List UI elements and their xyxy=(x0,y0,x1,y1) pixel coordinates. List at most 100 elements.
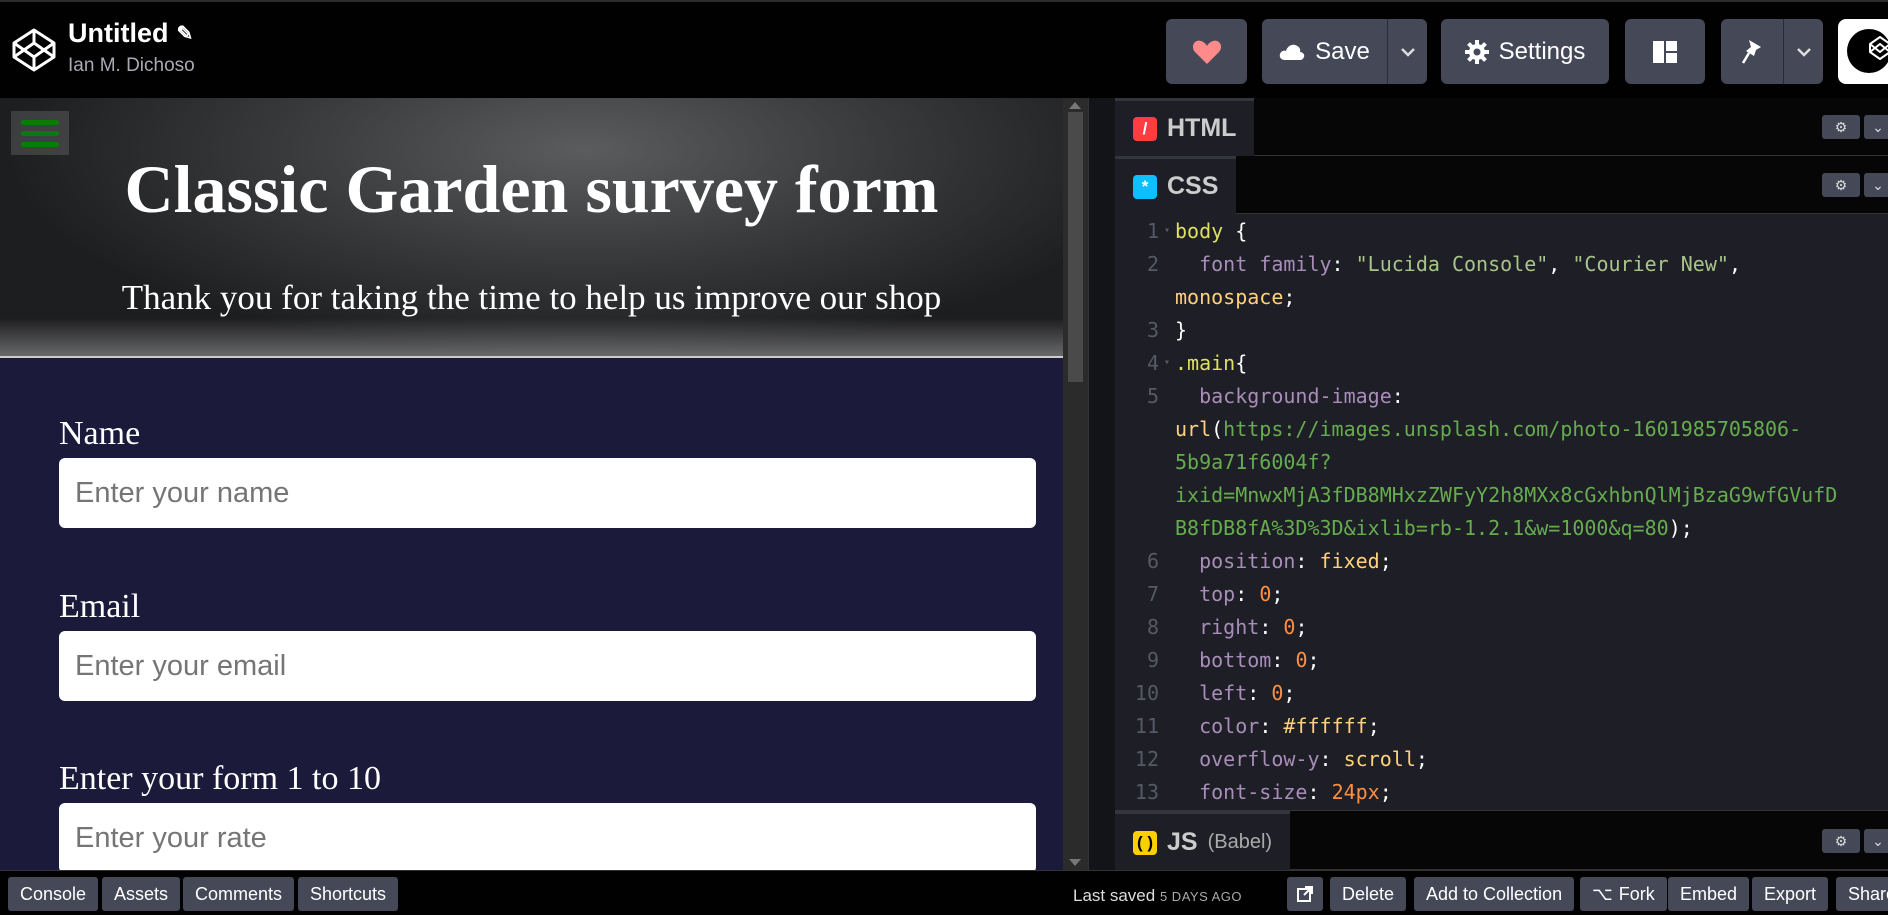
pen-title-text[interactable]: Untitled xyxy=(68,18,169,49)
css-editor-header: * CSS ⚙ ⌄ xyxy=(1115,156,1888,214)
last-saved-status: Last saved 5 DAYS AGO xyxy=(1073,886,1242,906)
tab-html[interactable]: / HTML xyxy=(1115,98,1255,156)
email-label: Email xyxy=(59,588,141,625)
fork-button[interactable]: ⌥ Fork xyxy=(1580,877,1667,911)
form-description: Thank you for taking the time to help us… xyxy=(121,278,942,317)
add-to-collection-button[interactable]: Add to Collection xyxy=(1414,877,1575,911)
code-line: monospace; xyxy=(1175,284,1296,309)
console-button[interactable]: Console xyxy=(8,877,99,911)
settings-label: Settings xyxy=(1498,37,1586,65)
external-link-icon xyxy=(1297,886,1313,902)
delete-button[interactable]: Delete xyxy=(1330,877,1407,911)
css-tab-label: CSS xyxy=(1167,172,1219,200)
js-settings-button[interactable]: ⚙ xyxy=(1822,829,1860,853)
chevron-down-icon: ⌄ xyxy=(1872,176,1884,193)
tab-css[interactable]: * CSS xyxy=(1115,156,1237,214)
code-line: 11 color: #ffffff; xyxy=(1134,713,1380,738)
code-line: 3} xyxy=(1146,317,1188,342)
js-editor-header: ( ) JS (Babel) ⚙ ⌄ xyxy=(1115,810,1888,871)
code-line: 9 bottom: 0; xyxy=(1146,647,1320,672)
save-options-button[interactable] xyxy=(1387,19,1427,84)
result-preview: Classic Garden survey form Thank you for… xyxy=(0,98,1063,870)
html-editor-header: / HTML ⚙ ⌄ xyxy=(1115,98,1888,156)
assets-button[interactable]: Assets xyxy=(102,877,181,911)
hamburger-menu-icon[interactable] xyxy=(11,111,69,155)
html-collapse-button[interactable]: ⌄ xyxy=(1864,115,1888,139)
html-tab-label: HTML xyxy=(1167,114,1237,142)
js-tab-sublabel: (Babel) xyxy=(1207,831,1273,853)
pen-title[interactable]: Untitled ✎ xyxy=(68,18,195,49)
settings-button[interactable]: Settings xyxy=(1441,19,1609,84)
last-saved-label: Last saved xyxy=(1073,886,1156,905)
code-line: 5 background-image: xyxy=(1146,383,1404,408)
gear-icon xyxy=(1464,39,1489,64)
comments-button[interactable]: Comments xyxy=(183,877,295,911)
pin-button[interactable] xyxy=(1721,19,1783,84)
codepen-avatar-icon xyxy=(1847,29,1888,73)
js-tab-label: JS xyxy=(1167,828,1198,856)
open-new-window-button[interactable] xyxy=(1287,877,1323,911)
shortcuts-button[interactable]: Shortcuts xyxy=(298,877,399,911)
save-button[interactable]: Save xyxy=(1262,19,1387,84)
code-line: 8 right: 0; xyxy=(1146,614,1308,639)
js-badge-icon: ( ) xyxy=(1133,830,1157,855)
pencil-icon[interactable]: ✎ xyxy=(177,21,194,46)
code-line: 7 top: 0; xyxy=(1146,581,1284,606)
chevron-down-icon xyxy=(1400,47,1415,57)
resize-handle[interactable] xyxy=(1088,98,1115,870)
chevron-down-icon: ⌄ xyxy=(1872,832,1884,849)
scroll-up-arrow-icon[interactable] xyxy=(1069,102,1081,109)
code-line: url(https://images.unsplash.com/photo-16… xyxy=(1175,416,1802,441)
code-line: 12 overflow-y: scroll; xyxy=(1134,746,1428,771)
preview-scrollbar[interactable] xyxy=(1063,98,1088,870)
code-line: 1 ▾ body { xyxy=(1146,218,1248,243)
name-label: Name xyxy=(59,415,141,452)
rate-input[interactable] xyxy=(59,803,1036,870)
html-badge-icon: / xyxy=(1133,116,1157,141)
code-line: ixid=MnwxMjA3fDB8MHxzZWFyY2h8MXx8cGxhbnQ… xyxy=(1175,482,1838,507)
embed-button[interactable]: Embed xyxy=(1668,877,1750,911)
scrollbar-thumb[interactable] xyxy=(1068,112,1083,382)
codepen-logo-icon[interactable] xyxy=(10,26,58,74)
css-settings-button[interactable]: ⚙ xyxy=(1822,173,1860,197)
change-view-button[interactable] xyxy=(1625,19,1705,84)
editor-panels: / HTML ⚙ ⌄ * CSS ⚙ ⌄ 1 ▾ body { 2 font fam… xyxy=(1115,98,1888,871)
form-title: Classic Garden survey form xyxy=(124,151,939,227)
code-line: B8fDB8fA%3D%3D&ixlib=rb-1.2.1&w=1000&q=8… xyxy=(1175,515,1693,540)
rate-label: Enter your form 1 to 10 xyxy=(59,760,381,797)
survey-form: Name Email Enter your form 1 to 10 xyxy=(0,356,1063,870)
name-input[interactable] xyxy=(59,458,1036,528)
share-button[interactable]: Share xyxy=(1836,877,1888,911)
code-line: 4 ▾ .main{ xyxy=(1146,350,1248,375)
code-line: 13 font-size: 24px; xyxy=(1134,779,1392,804)
code-line: 10 left: 0; xyxy=(1134,680,1296,705)
heart-button[interactable] xyxy=(1166,19,1247,84)
email-input[interactable] xyxy=(59,631,1036,701)
cloud-icon xyxy=(1279,44,1305,60)
user-avatar[interactable] xyxy=(1838,19,1888,84)
gear-icon: ⚙ xyxy=(1834,118,1848,135)
pen-title-block: Untitled ✎ Ian M. Dichoso xyxy=(68,18,195,77)
js-collapse-button[interactable]: ⌄ xyxy=(1864,829,1888,853)
tab-js[interactable]: ( ) JS (Babel) xyxy=(1115,811,1291,871)
pin-options-button[interactable] xyxy=(1783,19,1823,84)
css-code-editor[interactable]: 1 ▾ body { 2 font family: "Lucida Console"… xyxy=(1115,214,1888,810)
scroll-down-arrow-icon[interactable] xyxy=(1069,859,1081,866)
gear-icon: ⚙ xyxy=(1834,832,1848,849)
chevron-down-icon xyxy=(1796,47,1811,57)
chevron-down-icon: ⌄ xyxy=(1872,118,1884,135)
save-label: Save xyxy=(1315,37,1370,65)
fork-icon: ⌥ xyxy=(1592,883,1613,904)
gear-icon: ⚙ xyxy=(1834,176,1848,193)
fork-label: Fork xyxy=(1618,883,1655,904)
last-saved-ago: 5 DAYS AGO xyxy=(1159,889,1243,904)
pin-icon xyxy=(1741,39,1761,64)
css-badge-icon: * xyxy=(1133,174,1157,199)
layout-icon xyxy=(1653,40,1677,63)
css-collapse-button[interactable]: ⌄ xyxy=(1864,173,1888,197)
code-line: 6 position: fixed; xyxy=(1146,548,1392,573)
html-settings-button[interactable]: ⚙ xyxy=(1822,115,1860,139)
code-line: 2 font family: "Lucida Console", "Courie… xyxy=(1146,251,1741,276)
pen-author[interactable]: Ian M. Dichoso xyxy=(68,55,195,77)
export-button[interactable]: Export xyxy=(1752,877,1829,911)
